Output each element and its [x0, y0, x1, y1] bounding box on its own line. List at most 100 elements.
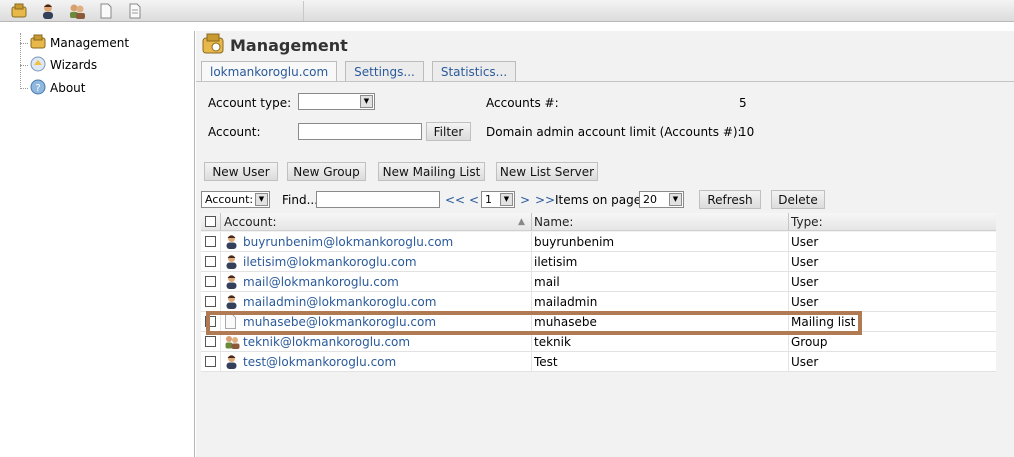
account-type: Mailing list: [791, 315, 856, 329]
account-link[interactable]: teknik@lokmankoroglu.com: [243, 335, 410, 349]
column-header-account[interactable]: Account:: [224, 215, 277, 229]
row-checkbox[interactable]: [205, 356, 216, 367]
tab-bar: lokmankoroglu.com Settings... Statistics…: [201, 61, 524, 82]
table-row[interactable]: mailadmin@lokmankoroglu.com mailadmin User: [201, 292, 996, 312]
user-icon: [224, 294, 239, 309]
account-type: User: [791, 275, 819, 289]
filter-button[interactable]: Filter: [426, 122, 471, 141]
toolbar-separator: [303, 0, 304, 21]
tab-divider: [196, 81, 1014, 82]
new-mailing-list-button[interactable]: New Mailing List: [378, 162, 485, 181]
account-name: mail: [534, 275, 560, 289]
table-row[interactable]: buyrunbenim@lokmankoroglu.com buyrunbenim…: [201, 232, 996, 252]
group-icon[interactable]: [66, 1, 88, 21]
accounts-count-value: 5: [739, 96, 747, 110]
account-label: Account:: [208, 125, 261, 139]
account-link[interactable]: mail@lokmankoroglu.com: [243, 275, 399, 289]
account-name: Test: [534, 355, 558, 369]
account-name: muhasebe: [534, 315, 597, 329]
tab-settings[interactable]: Settings...: [345, 61, 424, 82]
account-limit-label: Domain admin account limit (Accounts #):: [486, 125, 742, 139]
account-type-label: Account type:: [208, 96, 292, 110]
find-input[interactable]: [316, 191, 440, 208]
account-type-select[interactable]: ▼: [298, 93, 375, 110]
chevron-down-icon: ▼: [360, 95, 373, 108]
table-row[interactable]: muhasebe@lokmankoroglu.com muhasebe Mailin…: [201, 312, 996, 332]
find-label: Find...: [282, 193, 319, 207]
tree-item-about[interactable]: ? About: [20, 78, 85, 98]
user-icon: [224, 354, 239, 369]
select-all-checkbox[interactable]: [205, 216, 216, 227]
refresh-button[interactable]: Refresh: [699, 190, 761, 209]
page-select[interactable]: 1 ▼: [481, 191, 515, 208]
chevron-down-icon: ▼: [255, 193, 268, 206]
account-name: mailadmin: [534, 295, 598, 309]
tree-item-wizards[interactable]: Wizards: [20, 55, 97, 75]
mailing-list-icon: [224, 314, 239, 329]
account-type: Group: [791, 335, 828, 349]
main-panel: Management lokmankoroglu.com Settings...…: [196, 31, 1014, 457]
sort-ascending-icon: ▲: [518, 217, 525, 227]
account-filter-input[interactable]: [298, 123, 422, 140]
page-title: Management: [230, 35, 348, 55]
new-group-button[interactable]: New Group: [287, 162, 366, 181]
table-row[interactable]: test@lokmankoroglu.com Test User: [201, 352, 996, 372]
column-header-type[interactable]: Type:: [791, 215, 823, 229]
tab-statistics[interactable]: Statistics...: [431, 61, 517, 82]
wizard-icon: [30, 56, 46, 75]
first-page-link[interactable]: <<: [445, 193, 465, 207]
row-checkbox[interactable]: [205, 256, 216, 267]
account-name: iletisim: [534, 255, 578, 269]
search-field-select[interactable]: Account: ▼: [201, 191, 270, 208]
items-on-page-label: Items on page:: [555, 193, 646, 207]
last-page-link[interactable]: >>: [535, 193, 555, 207]
tree-item-label: About: [50, 81, 86, 95]
next-page-link[interactable]: >: [520, 193, 530, 207]
delete-button[interactable]: Delete: [771, 190, 825, 209]
column-header-name[interactable]: Name:: [534, 215, 573, 229]
account-link[interactable]: test@lokmankoroglu.com: [243, 355, 396, 369]
user-icon: [224, 234, 239, 249]
row-checkbox[interactable]: [205, 336, 216, 347]
tab-domain[interactable]: lokmankoroglu.com: [201, 61, 338, 82]
table-row[interactable]: iletisim@lokmankoroglu.com iletisim User: [201, 252, 996, 272]
grid-header: Account: ▲ Name: Type:: [201, 213, 996, 231]
account-link[interactable]: mailadmin@lokmankoroglu.com: [243, 295, 436, 309]
management-icon: [202, 33, 224, 58]
account-type: User: [791, 235, 819, 249]
management-icon: [30, 34, 46, 53]
account-type: User: [791, 295, 819, 309]
table-row[interactable]: teknik@lokmankoroglu.com teknik Group: [201, 332, 996, 352]
row-checkbox[interactable]: [205, 236, 216, 247]
account-name: teknik: [534, 335, 571, 349]
new-user-button[interactable]: New User: [204, 162, 278, 181]
management-icon[interactable]: [8, 1, 30, 21]
table-row[interactable]: mail@lokmankoroglu.com mail User: [201, 272, 996, 292]
row-checkbox[interactable]: [205, 296, 216, 307]
row-checkbox[interactable]: [205, 276, 216, 287]
prev-page-link[interactable]: <: [469, 193, 479, 207]
chevron-down-icon: ▼: [669, 193, 682, 206]
user-icon: [224, 274, 239, 289]
items-on-page-select[interactable]: 20 ▼: [639, 191, 684, 208]
account-limit-value: 10: [739, 125, 755, 139]
row-checkbox[interactable]: [205, 316, 216, 327]
svg-text:?: ?: [35, 83, 40, 94]
navigation-tree: Management Wizards ? About: [0, 31, 195, 457]
account-link[interactable]: buyrunbenim@lokmankoroglu.com: [243, 235, 453, 249]
user-icon: [224, 254, 239, 269]
chevron-down-icon: ▼: [500, 193, 513, 206]
tree-item-management[interactable]: Management: [20, 33, 129, 53]
account-type: User: [791, 255, 819, 269]
account-link[interactable]: iletisim@lokmankoroglu.com: [243, 255, 417, 269]
document-icon[interactable]: [95, 1, 117, 21]
accounts-count-label: Accounts #:: [486, 96, 559, 110]
page-header: Management: [202, 33, 348, 57]
new-list-server-button[interactable]: New List Server: [496, 162, 598, 181]
user-icon[interactable]: [37, 1, 59, 21]
document-list-icon[interactable]: [124, 1, 146, 21]
account-name: buyrunbenim: [534, 235, 615, 249]
account-type: User: [791, 355, 819, 369]
tree-item-label: Wizards: [50, 58, 98, 72]
account-link[interactable]: muhasebe@lokmankoroglu.com: [243, 315, 436, 329]
